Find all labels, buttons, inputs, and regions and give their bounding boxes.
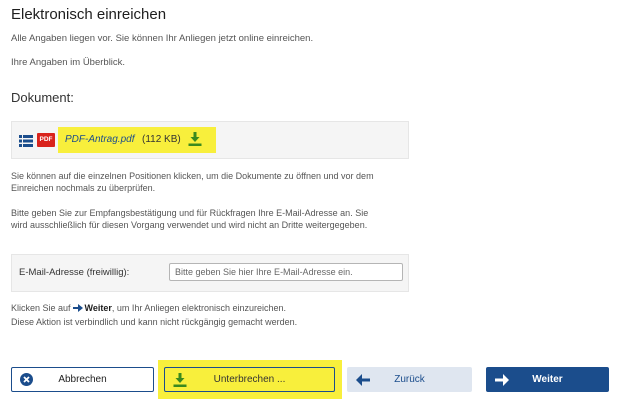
pdf-icon: PDF — [37, 133, 55, 147]
cancel-label: Abbrechen — [58, 374, 107, 385]
email-hint: Bitte geben Sie zur Empfangsbestätigung … — [11, 208, 369, 230]
page-title: Elektronisch einreichen — [11, 6, 167, 23]
download-icon[interactable] — [188, 132, 202, 146]
arrow-right-icon — [72, 304, 83, 312]
interrupt-label: Unterbrechen ... — [213, 374, 286, 385]
open-docs-hint: Sie können auf die einzelnen Positionen … — [11, 171, 374, 193]
email-label: E-Mail-Adresse (freiwillig): — [19, 267, 130, 278]
document-link[interactable]: PDF-Antrag.pdf — [65, 134, 134, 145]
intro-text: Alle Angaben liegen vor. Sie können Ihr … — [11, 33, 314, 44]
submit-warning: Diese Aktion ist verbindlich und kann ni… — [11, 317, 298, 327]
document-entry[interactable]: PDF-Antrag.pdf (112 KB) — [58, 127, 216, 153]
next-label: Weiter — [532, 374, 563, 385]
back-label: Zurück — [394, 374, 425, 385]
overview-text: Ihre Angaben im Überblick. — [11, 57, 126, 68]
email-field[interactable] — [169, 263, 403, 281]
document-size: (112 KB) — [142, 134, 181, 145]
document-panel: PDF PDF-Antrag.pdf (112 KB) — [11, 121, 409, 159]
email-panel: E-Mail-Adresse (freiwillig): — [11, 254, 409, 292]
interrupt-button[interactable]: Unterbrechen ... — [164, 367, 335, 392]
cancel-button[interactable]: Abbrechen — [11, 367, 154, 392]
submit-info: Klicken Sie auf Weiter, um Ihr Anliegen e… — [11, 303, 286, 313]
list-icon[interactable] — [19, 135, 33, 147]
back-button[interactable]: Zurück — [347, 367, 472, 392]
next-button[interactable]: Weiter — [486, 367, 609, 392]
document-heading: Dokument: — [11, 90, 74, 105]
